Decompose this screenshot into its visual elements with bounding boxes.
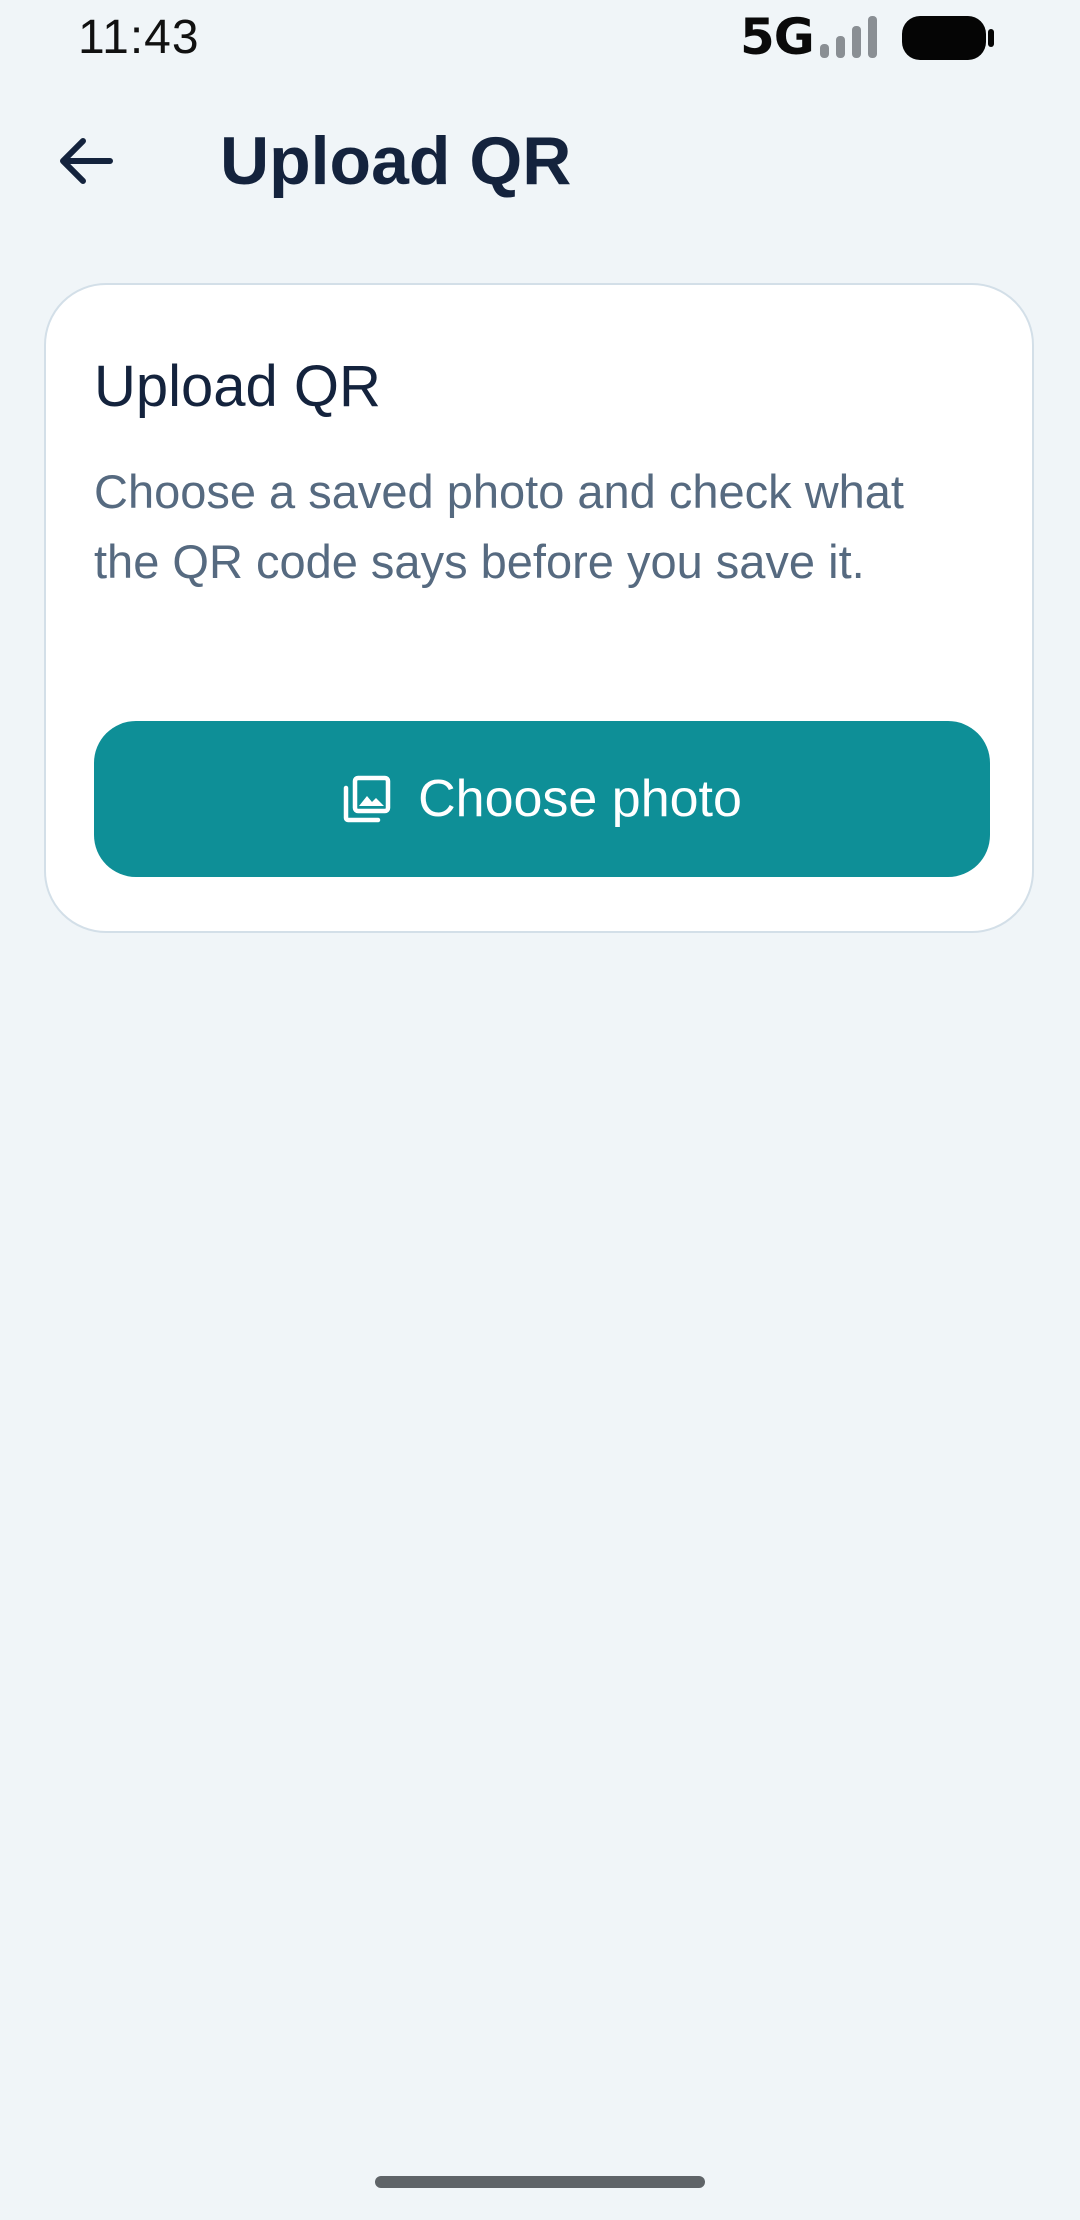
choose-photo-button[interactable]: Choose photo [94,721,990,877]
status-bar: 11:43 5G [0,0,1080,76]
card-description: Choose a saved photo and check what the … [94,465,904,588]
signal-bars-icon [818,14,882,60]
home-indicator[interactable] [375,2176,705,2188]
app-bar: Upload QR [0,100,1080,224]
screen: 11:43 5G Upload QR Upload QR Choose a sa… [0,0,1080,2220]
arrow-back-icon [56,135,114,192]
upload-qr-card: Upload QR Choose a saved photo and check… [44,283,1034,933]
status-time: 11:43 [78,11,200,64]
network-type: 5G [740,8,815,66]
choose-photo-label: Choose photo [418,770,742,828]
back-button[interactable] [40,120,130,206]
page-title: Upload QR [220,123,572,199]
battery-icon [900,14,996,62]
card-title: Upload QR [94,354,381,419]
photo-library-icon [342,774,392,824]
